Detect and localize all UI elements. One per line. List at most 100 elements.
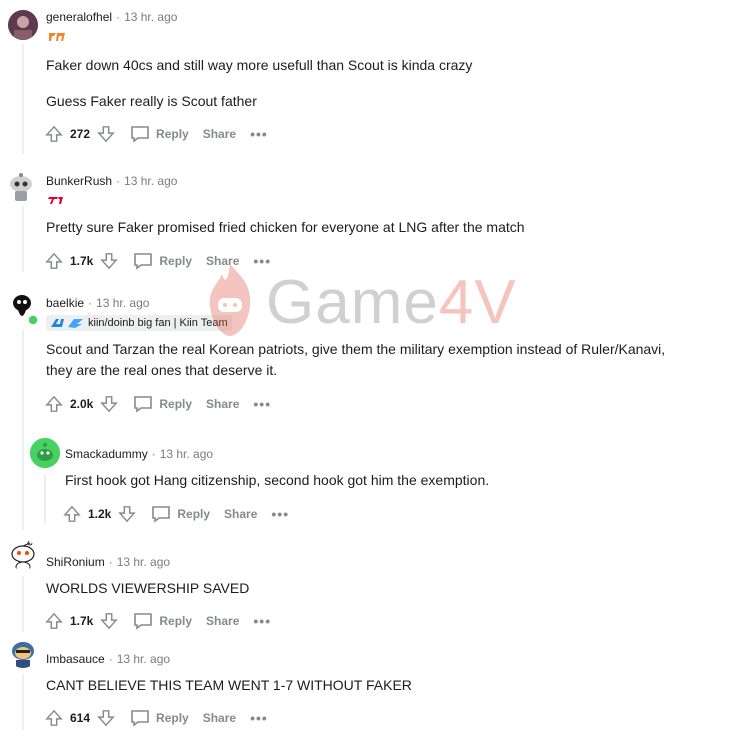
comment-author[interactable]: generalofhel [46, 10, 112, 24]
vote-count: 614 [70, 711, 91, 725]
reply-label: Reply [177, 507, 211, 521]
comment-bubble-icon [130, 124, 150, 144]
comment-bubble-icon [133, 394, 153, 414]
comment-time[interactable]: 13 hr. ago [96, 296, 149, 310]
comment-author[interactable]: ShiRonium [46, 555, 105, 569]
share-button[interactable]: Share [206, 254, 239, 268]
avatar[interactable] [8, 540, 38, 570]
reply-button[interactable]: Reply [133, 251, 192, 271]
comment-time[interactable]: 13 hr. ago [160, 447, 213, 461]
reply-label: Reply [159, 254, 193, 268]
team-flair-icon [51, 319, 83, 328]
team-flair [46, 30, 68, 44]
share-button[interactable]: Share [224, 507, 257, 521]
more-options-icon[interactable]: ••• [250, 126, 268, 142]
comment-body: Scout and Tarzan the real Korean patriot… [46, 339, 666, 381]
comment-author[interactable]: Imbasauce [46, 652, 105, 666]
share-label: Share [224, 507, 258, 521]
comment-time[interactable]: 13 hr. ago [117, 555, 170, 569]
comment-paragraph: Guess Faker really is Scout father [46, 93, 257, 109]
share-label: Share [202, 711, 237, 725]
vote-count: 2.0k [70, 397, 94, 411]
upvote-icon[interactable] [44, 611, 64, 631]
comment-bubble-icon [133, 251, 153, 271]
reply-button[interactable]: Reply [133, 611, 192, 631]
downvote-icon[interactable] [96, 708, 116, 728]
share-label: Share [206, 614, 240, 628]
vote-count: 1.7k [70, 614, 94, 628]
reply-button[interactable]: Reply [151, 504, 210, 524]
comment-author[interactable]: baelkie [46, 296, 84, 310]
comment-paragraph: Pretty sure Faker promised fried chicken… [46, 219, 525, 235]
comment-body: CANT BELIEVE THIS TEAM WENT 1-7 WITHOUT … [46, 675, 666, 696]
fnatic-logo-icon [46, 30, 68, 44]
upvote-icon[interactable] [44, 708, 64, 728]
comment-author[interactable]: BunkerRush [46, 174, 112, 188]
avatar[interactable] [8, 638, 38, 668]
comment-body: Pretty sure Faker promised fried chicken… [46, 217, 666, 238]
share-button[interactable]: Share [203, 711, 236, 725]
share-button[interactable]: Share [206, 614, 239, 628]
site-watermark: Game4V [200, 262, 517, 342]
reply-button[interactable]: Reply [133, 394, 192, 414]
reply-label: Reply [159, 397, 193, 411]
snoo-avatar-icon [13, 295, 39, 326]
upvote-icon[interactable] [44, 394, 64, 414]
comment-time[interactable]: 13 hr. ago [124, 10, 177, 24]
avatar[interactable] [6, 172, 36, 202]
vote-count: 272 [70, 127, 91, 141]
more-options-icon[interactable]: ••• [253, 396, 271, 412]
comment-bubble-icon [133, 611, 153, 631]
downvote-icon[interactable] [117, 504, 137, 524]
more-options-icon[interactable]: ••• [253, 253, 271, 269]
comment-time[interactable]: 13 hr. ago [124, 174, 177, 188]
comment-author[interactable]: Smackadummy [65, 447, 148, 461]
comment-body: First hook got Hang citizenship, second … [65, 470, 665, 491]
snoo-avatar-icon [11, 540, 35, 570]
snoo-avatar-icon [10, 173, 32, 201]
more-options-icon[interactable]: ••• [271, 506, 289, 522]
comment-paragraph: Faker down 40cs and still way more usefu… [46, 57, 473, 73]
reply-button[interactable]: Reply [130, 708, 189, 728]
user-avatar-icon [8, 10, 38, 40]
team-flair [46, 194, 68, 206]
thread-line[interactable] [22, 576, 24, 632]
share-button[interactable]: Share [206, 397, 239, 411]
more-options-icon[interactable]: ••• [253, 613, 271, 629]
share-label: Share [206, 254, 240, 268]
avatar[interactable] [30, 438, 60, 468]
snoo-avatar-icon [30, 438, 60, 468]
downvote-icon[interactable] [96, 124, 116, 144]
comment-paragraph: WORLDS VIEWERSHIP SAVED [46, 580, 250, 596]
downvote-icon[interactable] [99, 251, 119, 271]
upvote-icon[interactable] [62, 504, 82, 524]
downvote-icon[interactable] [99, 394, 119, 414]
comment-bubble-icon [151, 504, 171, 524]
thread-line[interactable] [22, 44, 24, 154]
thread-line[interactable] [22, 330, 24, 530]
thread-line[interactable] [22, 206, 24, 272]
thread-line[interactable] [44, 474, 46, 524]
share-label: Share [206, 397, 240, 411]
upvote-icon[interactable] [44, 251, 64, 271]
avatar[interactable] [8, 292, 39, 326]
watermark-text: Game4V [266, 267, 517, 337]
thread-line[interactable] [22, 674, 24, 730]
comment-paragraph: CANT BELIEVE THIS TEAM WENT 1-7 WITHOUT … [46, 677, 412, 693]
reply-label: Reply [159, 614, 193, 628]
reply-button[interactable]: Reply [130, 124, 189, 144]
share-label: Share [202, 127, 237, 141]
upvote-icon[interactable] [44, 124, 64, 144]
comment-body: WORLDS VIEWERSHIP SAVED [46, 578, 666, 599]
more-options-icon[interactable]: ••• [250, 710, 268, 726]
t1-logo-icon [46, 194, 68, 206]
share-button[interactable]: Share [203, 127, 236, 141]
user-flair: kiin/doinb big fan | Kiin Team [46, 315, 232, 331]
snoo-avatar-icon [12, 642, 34, 668]
reply-label: Reply [156, 711, 189, 725]
vote-count: 1.7k [70, 254, 94, 268]
avatar[interactable] [8, 10, 38, 40]
downvote-icon[interactable] [99, 611, 119, 631]
comment-time[interactable]: 13 hr. ago [117, 652, 170, 666]
vote-count: 1.2k [88, 507, 112, 521]
